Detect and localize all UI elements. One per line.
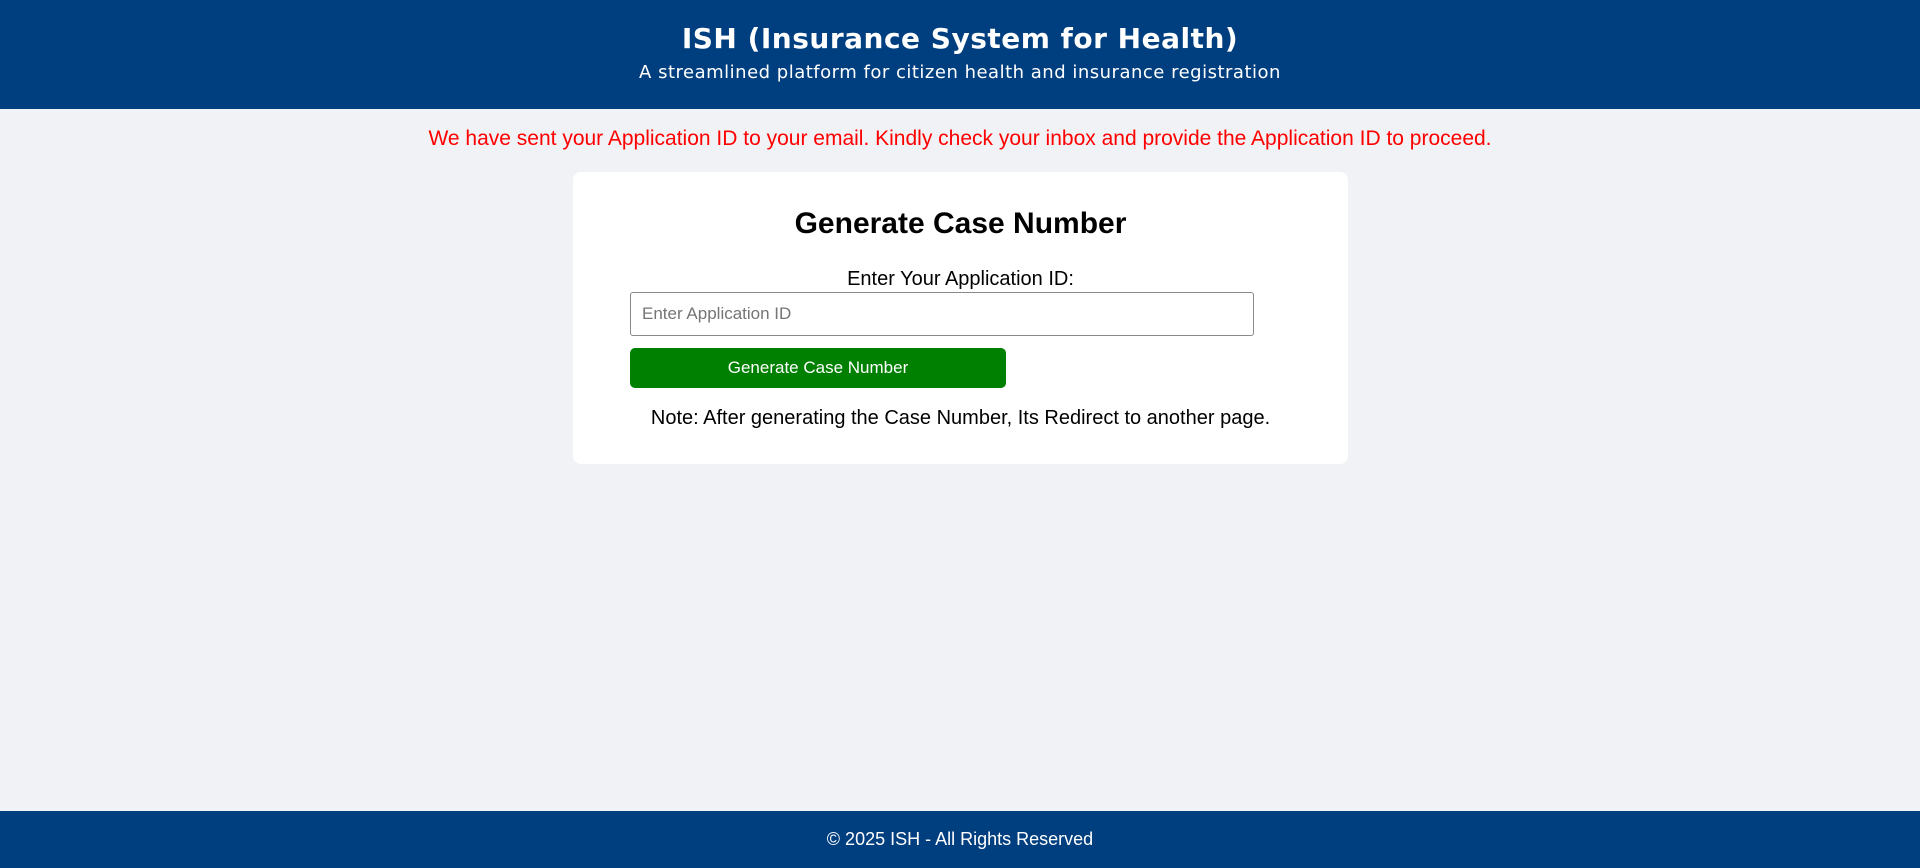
redirect-note: Note: After generating the Case Number, … [650, 407, 1271, 429]
info-message: We have sent your Application ID to your… [428, 127, 1492, 150]
site-title: ISH (Insurance System for Health) [681, 22, 1239, 55]
copyright-text: © 2025 ISH - All Rights Reserved [826, 829, 1094, 849]
generate-case-number-button[interactable]: Generate Case Number [630, 348, 1006, 388]
application-id-label: Enter Your Application ID: [847, 268, 1074, 290]
application-id-input[interactable] [630, 292, 1254, 336]
case-number-card: Generate Case Number Enter Your Applicat… [573, 172, 1348, 464]
site-header: ISH (Insurance System for Health) A stre… [0, 0, 1920, 109]
card-heading: Generate Case Number [794, 207, 1127, 240]
site-footer: © 2025 ISH - All Rights Reserved [0, 811, 1920, 868]
site-subtitle: A streamlined platform for citizen healt… [639, 62, 1281, 83]
